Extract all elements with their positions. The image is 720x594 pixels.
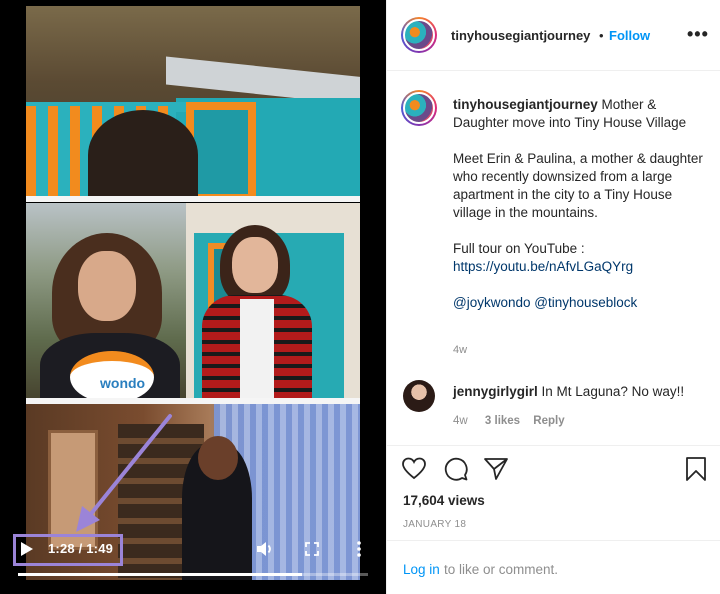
video-progress-bar[interactable] xyxy=(18,573,368,576)
follow-button[interactable]: Follow xyxy=(609,28,650,43)
avatar[interactable] xyxy=(401,17,437,53)
comment-meta: 4w 3 likes Reply xyxy=(453,415,565,427)
heart-icon[interactable] xyxy=(401,456,427,482)
caption-username[interactable]: tinyhousegiantjourney xyxy=(453,97,598,112)
volume-icon[interactable] xyxy=(256,540,274,558)
login-prompt-text: to like or comment. xyxy=(444,562,559,577)
youtube-link[interactable]: https://youtu.be/nAfvLGaQYrg xyxy=(453,259,633,274)
view-count[interactable]: 17,604 views xyxy=(403,493,485,508)
more-vertical-icon[interactable] xyxy=(356,540,362,558)
video-frame-top xyxy=(26,6,360,196)
person-from-behind xyxy=(88,110,198,196)
comment-age: 4w xyxy=(453,415,468,427)
reply-button[interactable]: Reply xyxy=(533,415,564,427)
video-time-display: 1:28 / 1:49 xyxy=(48,541,114,556)
post-caption: tinyhousegiantjourney Mother & Daughter … xyxy=(453,96,705,330)
face xyxy=(78,251,136,321)
tee-shirt xyxy=(240,299,274,398)
post-date: JANUARY 18 xyxy=(403,519,467,530)
header-username[interactable]: tinyhousegiantjourney xyxy=(451,28,590,43)
frame-divider xyxy=(26,196,360,202)
caption-tour-label: Full tour on YouTube : xyxy=(453,241,585,256)
comment-avatar[interactable] xyxy=(403,380,435,412)
caption-section: tinyhousegiantjourney Mother & Daughter … xyxy=(387,72,720,446)
video-player[interactable]: wondo 1:28 / 1:49 xyxy=(0,0,386,594)
caption-avatar[interactable] xyxy=(401,90,437,126)
video-progress-fill xyxy=(18,573,302,576)
mother-figure xyxy=(40,233,180,398)
caption-body: Meet Erin & Paulina, a mother & daughter… xyxy=(453,151,703,220)
post-sidebar: tinyhousegiantjourney • Follow ••• tinyh… xyxy=(386,0,720,594)
comment-icon[interactable] xyxy=(443,456,469,482)
annotation-arrow-icon xyxy=(76,414,172,532)
separator-dot: • xyxy=(599,28,604,43)
caption-mentions[interactable]: @joykwondo @tinyhouseblock xyxy=(453,294,705,312)
caption-age: 4w xyxy=(453,344,468,356)
video-frame-middle: wondo xyxy=(26,203,360,398)
shirt-logo-text: wondo xyxy=(100,375,146,391)
more-options-icon[interactable]: ••• xyxy=(687,24,709,45)
post-header: tinyhousegiantjourney • Follow ••• xyxy=(387,0,720,71)
play-icon[interactable] xyxy=(20,541,34,557)
comment-text: In Mt Laguna? No way!! xyxy=(541,384,685,399)
person-head xyxy=(198,436,238,480)
action-bar xyxy=(387,456,720,486)
comment-username[interactable]: jennygirlygirl xyxy=(453,384,538,399)
comment: jennygirlygirl In Mt Laguna? No way!! xyxy=(453,384,684,399)
login-link[interactable]: Log in xyxy=(403,562,440,577)
login-bar: Log in to like or comment. xyxy=(387,540,720,594)
send-icon[interactable] xyxy=(483,456,509,482)
face xyxy=(232,237,278,293)
bookmark-icon[interactable] xyxy=(683,456,709,482)
comment-likes[interactable]: 3 likes xyxy=(485,415,520,427)
fullscreen-icon[interactable] xyxy=(305,542,319,556)
daughter-figure xyxy=(202,225,312,398)
